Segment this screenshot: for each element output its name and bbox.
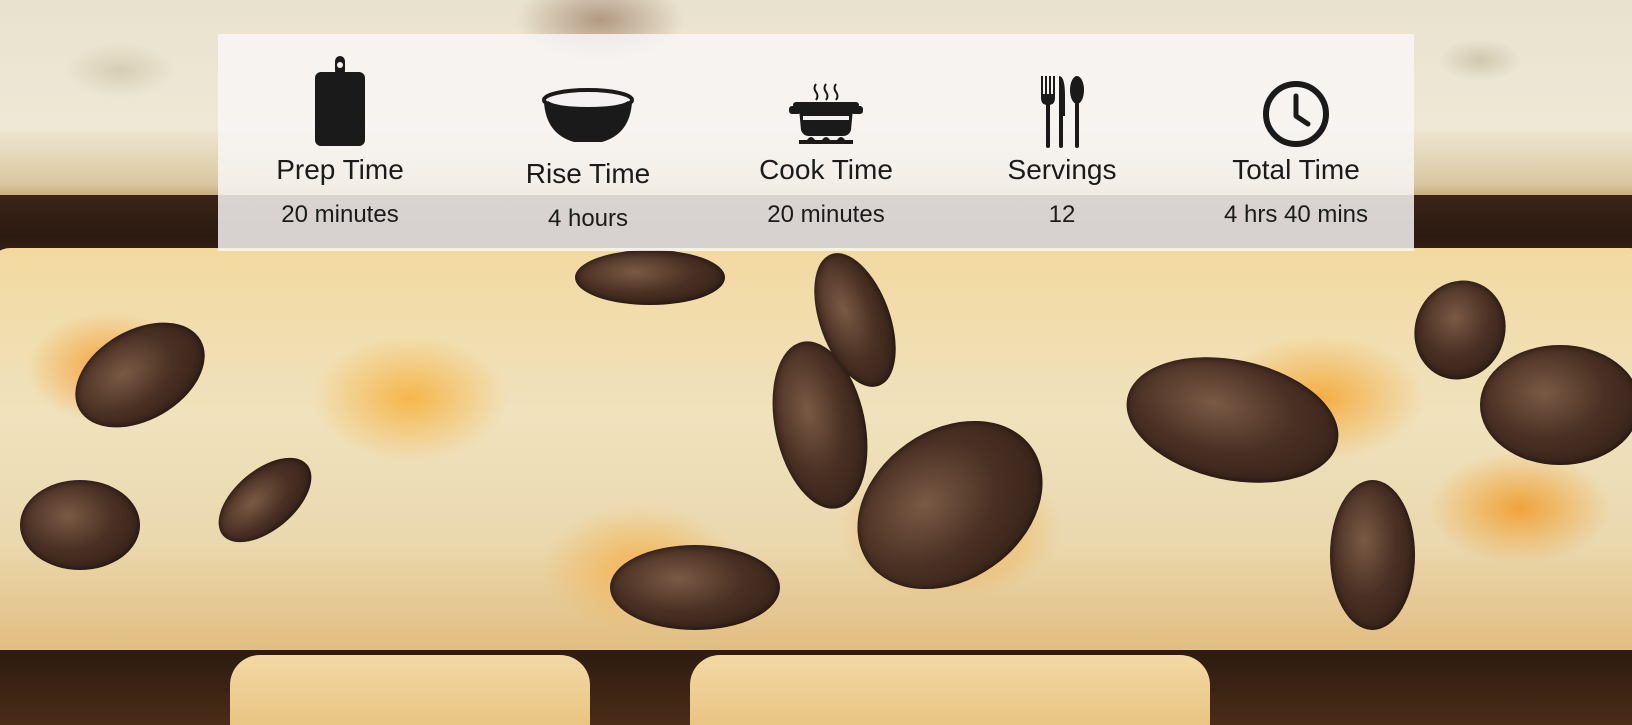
stat-value: 4 hrs 40 mins bbox=[1223, 201, 1369, 228]
stat-cook-time: Cook Time 20 minutes bbox=[726, 34, 926, 251]
stat-label: Total Time bbox=[1232, 154, 1360, 185]
mushroom-slice bbox=[1480, 345, 1632, 465]
bread-slice-bottom bbox=[690, 655, 1210, 725]
stat-label: Cook Time bbox=[759, 154, 893, 185]
mushroom-slice bbox=[1330, 480, 1415, 630]
stat-value: 12 bbox=[1048, 201, 1076, 228]
stat-label: Prep Time bbox=[276, 154, 404, 185]
stat-value: 20 minutes bbox=[281, 201, 399, 228]
stat-prep-time: Prep Time 20 minutes bbox=[240, 34, 440, 251]
bowl-icon bbox=[488, 48, 688, 148]
mushroom-slice bbox=[20, 480, 140, 570]
stat-rise-time: Rise Time 4 hours bbox=[488, 34, 688, 251]
stat-label: Rise Time bbox=[525, 158, 651, 189]
stat-label: Servings bbox=[1007, 154, 1117, 185]
stat-total-time: Total Time 4 hrs 40 mins bbox=[1196, 34, 1396, 251]
mushroom-slice bbox=[575, 250, 725, 305]
cutting-board-icon bbox=[240, 48, 440, 148]
bread-slice-bottom bbox=[230, 655, 590, 725]
mushroom-slice bbox=[610, 545, 780, 630]
cooking-pot-icon bbox=[726, 48, 926, 148]
stat-value: 4 hours bbox=[547, 205, 629, 232]
stat-servings: Servings 12 bbox=[962, 34, 1162, 251]
cutlery-icon bbox=[962, 48, 1162, 148]
recipe-stats-panel: Prep Time 20 minutes Rise Time 4 hours C… bbox=[218, 34, 1414, 251]
clock-icon bbox=[1196, 48, 1396, 148]
stat-value: 20 minutes bbox=[767, 201, 885, 228]
